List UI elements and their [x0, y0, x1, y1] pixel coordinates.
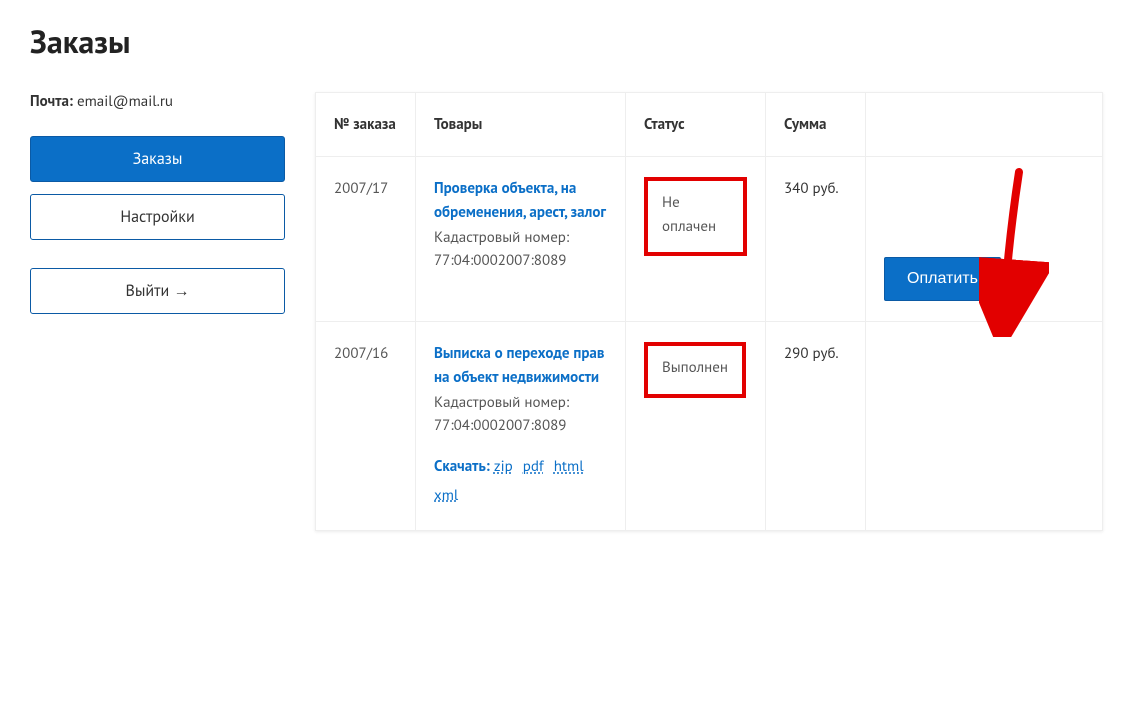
order-status-cell: Не оплачен: [626, 157, 766, 322]
col-header-status: Статус: [626, 93, 766, 157]
orders-table: № заказа Товары Статус Сумма 2007/17 Про…: [315, 92, 1103, 531]
col-header-products: Товары: [416, 93, 626, 157]
download-link-zip[interactable]: zip: [494, 457, 513, 476]
nav-settings[interactable]: Настройки: [30, 194, 285, 240]
download-link-xml[interactable]: xml: [434, 486, 458, 505]
nav-orders[interactable]: Заказы: [30, 136, 285, 182]
order-action-cell: Оплатить: [866, 157, 1103, 322]
order-number: 2007/16: [316, 322, 416, 531]
col-header-order-no: № заказа: [316, 93, 416, 157]
col-header-action: [866, 93, 1103, 157]
download-label: Скачать:: [434, 457, 490, 476]
download-row: Скачать: zip pdf html xml: [434, 453, 607, 510]
product-subtext: Кадастровый номер: 77:04:0002007:8089: [434, 391, 607, 438]
order-status-cell: Выполнен: [626, 322, 766, 531]
pay-button[interactable]: Оплатить: [884, 257, 1001, 301]
table-row: 2007/16 Выписка о переходе прав на объек…: [316, 322, 1103, 531]
order-action-cell: [866, 322, 1103, 531]
download-link-html[interactable]: html: [554, 457, 584, 476]
order-number: 2007/17: [316, 157, 416, 322]
email-label: Почта:: [30, 92, 73, 111]
order-sum: 340 руб.: [766, 157, 866, 322]
user-email: Почта: email@mail.ru: [30, 92, 285, 111]
product-subtext: Кадастровый номер: 77:04:0002007:8089: [434, 226, 607, 273]
nav-logout[interactable]: Выйти →: [30, 268, 285, 314]
order-products: Выписка о переходе прав на объект недвиж…: [416, 322, 626, 531]
download-link-pdf[interactable]: pdf: [523, 457, 544, 476]
order-products: Проверка объекта, на обременения, арест,…: [416, 157, 626, 322]
product-link[interactable]: Выписка о переходе прав на объект недвиж…: [434, 344, 604, 386]
table-row: 2007/17 Проверка объекта, на обременения…: [316, 157, 1103, 322]
sidebar: Почта: email@mail.ru Заказы Настройки Вы…: [30, 92, 285, 326]
col-header-sum: Сумма: [766, 93, 866, 157]
page-title: Заказы: [30, 20, 1103, 62]
orders-panel: № заказа Товары Статус Сумма 2007/17 Про…: [315, 92, 1103, 531]
email-value: email@mail.ru: [77, 92, 173, 111]
order-sum: 290 руб.: [766, 322, 866, 531]
status-badge: Не оплачен: [644, 177, 747, 256]
status-badge: Выполнен: [644, 342, 746, 397]
product-link[interactable]: Проверка объекта, на обременения, арест,…: [434, 179, 606, 221]
